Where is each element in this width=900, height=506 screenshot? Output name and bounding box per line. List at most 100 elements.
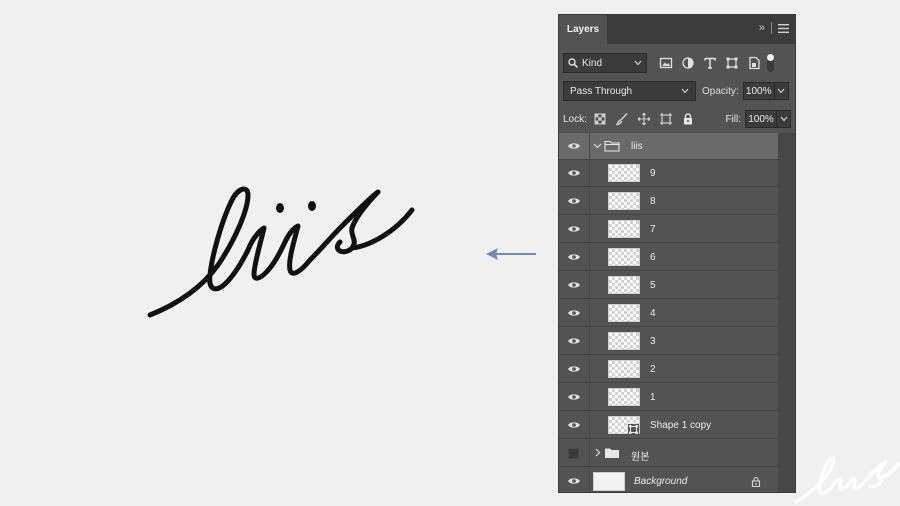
- eye-icon[interactable]: [567, 167, 581, 179]
- visibility-column-divider: [589, 244, 590, 270]
- lock-position-icon[interactable]: [637, 112, 651, 126]
- layer-6[interactable]: 6: [559, 244, 778, 271]
- shape-layer-icon: [628, 424, 639, 435]
- blend-mode-select[interactable]: Pass Through: [563, 81, 696, 101]
- layer-name: 2: [650, 364, 656, 375]
- fill-dropdown[interactable]: [777, 110, 791, 128]
- visibility-column-divider: [589, 272, 590, 298]
- layer-thumbnail: [608, 388, 640, 406]
- layer-name: 9: [650, 168, 656, 179]
- eye-icon[interactable]: [567, 419, 581, 431]
- opacity-input[interactable]: 100%: [742, 82, 775, 100]
- visibility-column-divider: [589, 412, 590, 438]
- adjustment-filter-icon[interactable]: [681, 56, 695, 70]
- visibility-column-divider: [589, 300, 590, 326]
- layer-thumbnail: [608, 192, 640, 210]
- filter-kind-label: Kind: [582, 57, 603, 69]
- layer-group-liis[interactable]: liis: [559, 133, 778, 160]
- layer-5[interactable]: 5: [559, 272, 778, 299]
- lock-label: Lock:: [563, 113, 587, 125]
- fill-input[interactable]: 100%: [745, 110, 777, 128]
- eye-icon[interactable]: [567, 251, 581, 263]
- layer-4[interactable]: 4: [559, 300, 778, 327]
- left-arrow-icon: [486, 248, 536, 260]
- chevron-down-icon: [777, 88, 785, 94]
- layer-group-original[interactable]: 원본: [559, 440, 778, 467]
- eye-icon[interactable]: [567, 223, 581, 235]
- collapse-panel-icon[interactable]: »: [759, 22, 765, 34]
- lock-image-pixels-icon[interactable]: [615, 112, 629, 126]
- layer-thumbnail: [608, 248, 640, 266]
- panel-menu-icon[interactable]: [778, 23, 789, 33]
- chevron-right-icon[interactable]: [593, 448, 602, 457]
- layer-7[interactable]: 7: [559, 216, 778, 243]
- tab-separator: [771, 22, 772, 34]
- layer-name: 1: [650, 392, 656, 403]
- layers-panel: Layers » Kind Pass Through Opacity: 100%…: [559, 15, 795, 492]
- layer-name: 원본: [631, 452, 650, 463]
- layer-shape-1-copy[interactable]: Shape 1 copy: [559, 412, 778, 439]
- layer-3[interactable]: 3: [559, 328, 778, 355]
- panel-tab-tools: »: [759, 22, 789, 34]
- filter-type-icons: [659, 56, 761, 70]
- layer-thumbnail: [608, 276, 640, 294]
- panel-tab-bar: Layers »: [559, 15, 795, 44]
- layer-1[interactable]: 1: [559, 384, 778, 411]
- visibility-column-divider: [589, 328, 590, 354]
- lock-fill-row: Lock: Fill: 100%: [563, 109, 791, 129]
- layer-name: 6: [650, 252, 656, 263]
- tab-layers[interactable]: Layers: [559, 15, 607, 44]
- layer-filter-row: Kind: [563, 52, 791, 74]
- eye-icon[interactable]: [567, 391, 581, 403]
- layer-name: 5: [650, 280, 656, 291]
- background-thumbnail: [593, 472, 625, 491]
- visibility-column-divider: [589, 440, 590, 466]
- layer-name: Shape 1 copy: [650, 420, 712, 431]
- layer-name: 4: [650, 308, 656, 319]
- eye-icon[interactable]: [567, 279, 581, 291]
- eye-icon[interactable]: [567, 195, 581, 207]
- layer-name: 7: [650, 224, 656, 235]
- visibility-column-divider: [589, 188, 590, 214]
- visibility-column-divider: [589, 133, 590, 159]
- visibility-column-divider: [589, 356, 590, 382]
- liis-script-artwork: [147, 186, 415, 318]
- type-filter-icon[interactable]: [703, 56, 717, 70]
- layer-9[interactable]: 9: [559, 160, 778, 187]
- lock-all-icon[interactable]: [681, 112, 695, 126]
- shape-filter-icon[interactable]: [725, 56, 739, 70]
- visibility-column-divider: [589, 160, 590, 186]
- visibility-toggle-off[interactable]: [568, 448, 579, 459]
- filter-kind-select[interactable]: Kind: [563, 53, 647, 73]
- chevron-down-icon[interactable]: [593, 141, 602, 150]
- blend-opacity-row: Pass Through Opacity: 100%: [563, 81, 791, 101]
- blend-mode-value: Pass Through: [570, 85, 633, 97]
- opacity-dropdown[interactable]: [774, 82, 789, 100]
- filter-toggle-switch[interactable]: [767, 54, 774, 72]
- layer-name: 3: [650, 336, 656, 347]
- layer-thumbnail: [608, 304, 640, 322]
- eye-icon[interactable]: [567, 363, 581, 375]
- eye-icon[interactable]: [567, 335, 581, 347]
- layer-list: liis 9 8 7 6 5 4 3 2 1 Shape 1 copy 원본 B…: [559, 133, 778, 492]
- lock-transparent-pixels-icon[interactable]: [593, 112, 607, 126]
- lock-icons: [593, 112, 695, 126]
- layer-thumbnail: [608, 332, 640, 350]
- chevron-down-icon: [780, 116, 787, 122]
- layer-background[interactable]: Background: [559, 468, 778, 492]
- image-filter-icon[interactable]: [659, 56, 673, 70]
- eye-icon[interactable]: [567, 475, 581, 487]
- layer-8[interactable]: 8: [559, 188, 778, 215]
- layer-list-scrollbar[interactable]: [778, 133, 795, 492]
- visibility-column-divider: [589, 384, 590, 410]
- lock-icon[interactable]: [751, 476, 761, 487]
- layer-thumbnail: [608, 360, 640, 378]
- liis-watermark: [794, 456, 900, 504]
- layer-name: 8: [650, 196, 656, 207]
- lock-artboard-icon[interactable]: [659, 112, 673, 126]
- eye-icon[interactable]: [567, 307, 581, 319]
- eye-icon[interactable]: [567, 140, 581, 152]
- layer-2[interactable]: 2: [559, 356, 778, 383]
- folder-icon: [605, 448, 619, 458]
- smart-object-filter-icon[interactable]: [747, 56, 761, 70]
